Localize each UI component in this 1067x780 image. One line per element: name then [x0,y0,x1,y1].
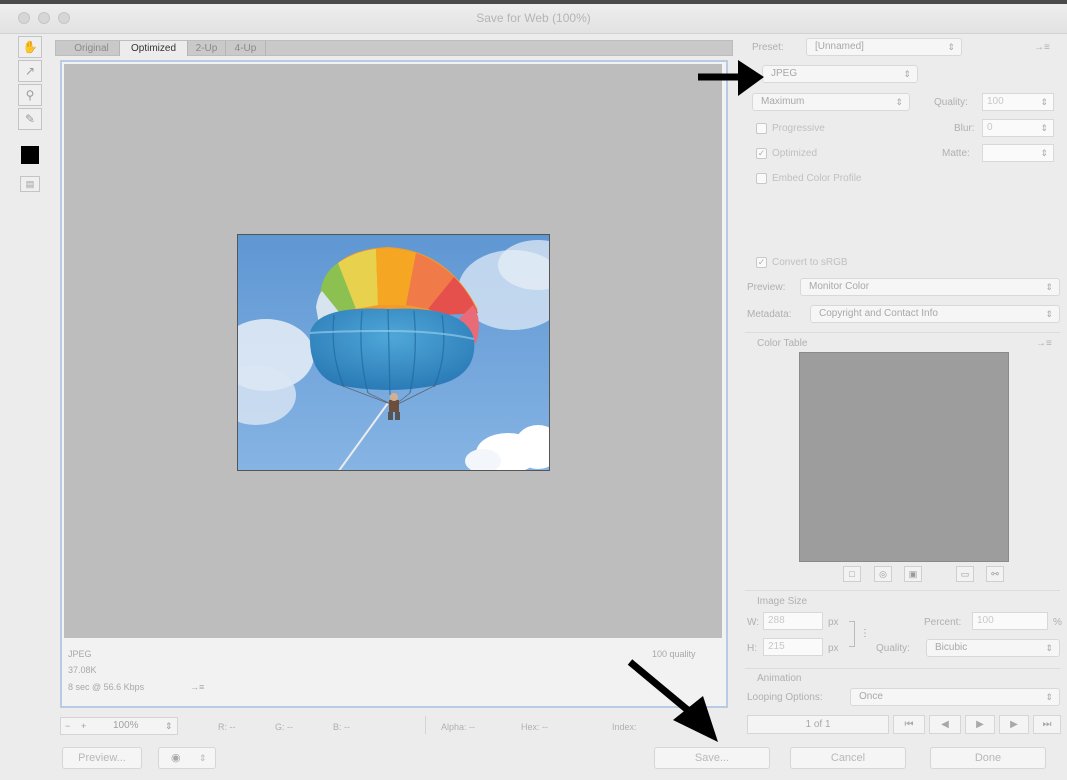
arrow-to-format-icon [698,60,764,96]
annotation-arrows [627,60,764,742]
arrow-to-save-icon [627,659,718,742]
